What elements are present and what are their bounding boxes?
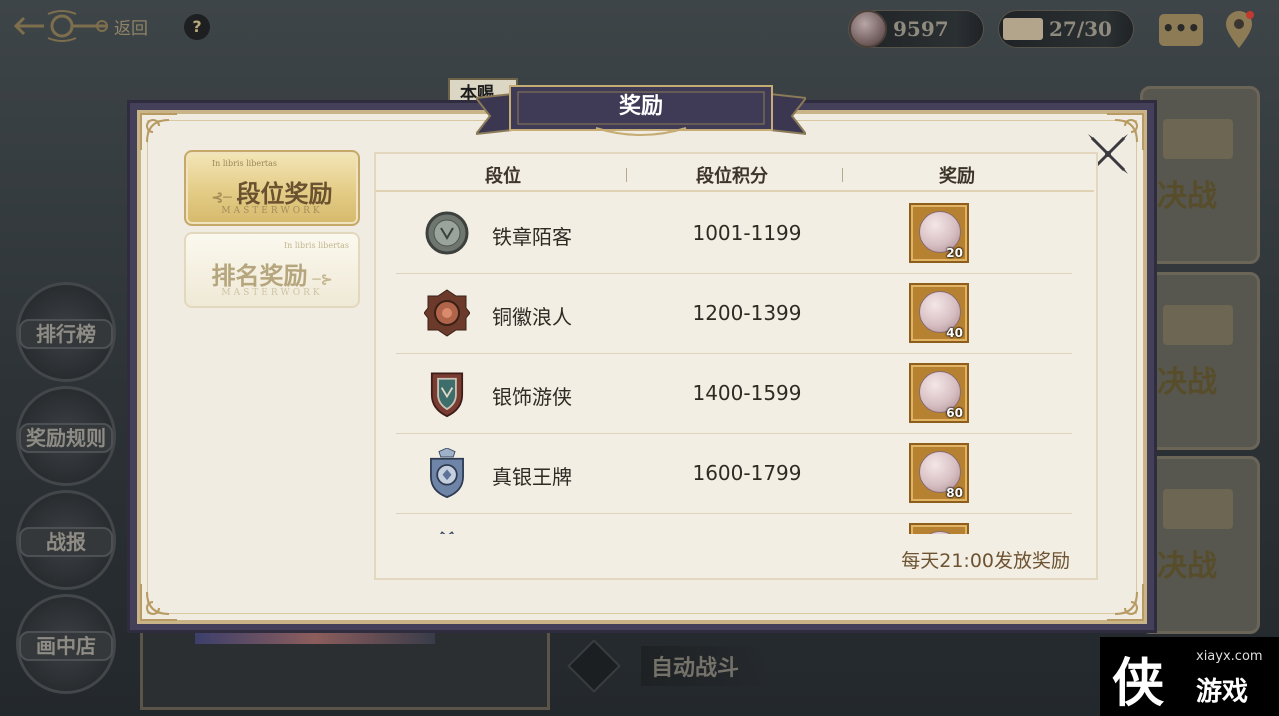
iron-badge-icon [425,211,469,255]
chat-button[interactable]: ••• [1159,14,1203,46]
column-header-tier: 段位 [485,166,521,187]
reward-quantity: 80 [946,486,963,500]
leaderboard-button[interactable]: 排行榜 [16,282,116,382]
tier-points-range: 1200-1399 [692,301,802,325]
column-header-points: 段位积分 [696,166,768,187]
duel-label: 决战 [1157,365,1217,400]
duel-label: 决战 [1157,179,1217,214]
true-silver-badge-icon [430,448,464,498]
battle-report-button[interactable]: 战报 [16,490,116,590]
back-label: 返回 [114,18,148,39]
help-button[interactable]: ? [184,14,210,40]
daily-distribution-note: 每天21:00发放奖励 [901,550,1070,572]
coin-icon [919,531,961,534]
auto-battle-label: 自动战斗 [641,646,770,686]
table-row: 铜徽浪人 1200-1399 40 [396,274,1072,354]
ticket-counter[interactable]: 27/30 [998,10,1134,48]
crown-badge-icon [440,531,454,534]
top-bar: 返回 ? 9597 27/30 ••• [0,0,1279,60]
table-row: 银饰游侠 1400-1599 60 [396,354,1072,434]
table-row: 铁章陌客 1001-1199 20 [396,194,1072,274]
gallery-shop-button[interactable]: 画中店 [16,594,116,694]
tier-points-range: 1001-1199 [692,221,802,245]
tier-name: 铜徽浪人 [492,305,572,329]
ticket-icon [1003,18,1043,40]
reward-item[interactable]: 40 [909,283,969,343]
tab-rank-rewards[interactable]: In libris libertas ⊰─ 段位奖励 MASTERWORK [184,150,360,226]
duel-card-2[interactable]: 决战 [1140,272,1260,450]
corner-ornament-icon [140,584,177,621]
coin-count: 9597 [893,17,949,41]
table-row [396,514,1072,534]
duel-card-3[interactable]: 决战 [1140,456,1260,634]
reward-rules-button[interactable]: 奖励规则 [16,386,116,486]
tier-name: 真银王牌 [492,465,572,489]
coin-counter[interactable]: 9597 [848,10,984,48]
tab-ranking-rewards-label: 排名奖励 ─⊱ [211,261,333,290]
reward-list[interactable]: 铁章陌客 1001-1199 20 铜徽浪人 1200-1399 40 银饰游侠… [376,194,1094,534]
ticket-icon [1163,489,1233,529]
tab-motto: In libris libertas [212,159,278,168]
ornament-arrow-icon: ─⊱ [307,272,333,288]
reward-item[interactable] [909,523,969,534]
duel-card-1[interactable]: 决战 [1140,86,1260,264]
reward-quantity: 20 [946,246,963,260]
gallery-shop-label: 画中店 [19,631,113,661]
reward-quantity: 60 [946,406,963,420]
watermark-name: 游戏 [1196,677,1249,707]
ticket-count: 27/30 [1049,17,1112,41]
column-header-reward: 奖励 [939,166,975,187]
duel-label: 决战 [1157,549,1217,584]
corner-ornament-icon [140,113,177,150]
tier-points-range: 1600-1799 [692,461,802,485]
reward-rules-label: 奖励规则 [19,423,113,453]
bronze-badge-icon [424,289,470,337]
ornate-back-arrow-icon [14,10,108,42]
tab-motto: In libris libertas [284,241,350,250]
watermark-logo: 侠 [1112,653,1165,714]
column-divider [842,168,843,182]
tier-points-range: 1400-1599 [692,381,802,405]
ticket-icon [1163,119,1233,159]
tab-rank-rewards-label: ⊰─ 段位奖励 [211,179,333,208]
ornament-arrow-icon: ⊰─ [211,190,237,206]
table-header: 段位 段位积分 奖励 [376,158,1094,192]
tab-ranking-rewards[interactable]: In libris libertas 排名奖励 ─⊱ MASTERWORK [184,232,360,308]
column-divider [626,168,627,182]
map-pin-icon[interactable] [1222,10,1256,50]
reward-item[interactable]: 20 [909,203,969,263]
ticket-icon [1163,305,1233,345]
coin-icon [849,10,887,48]
auto-battle-button[interactable]: 自动战斗 [567,639,825,693]
tab-subtitle: MASTERWORK [221,288,323,298]
site-watermark: 侠 xiayx.com 游戏 [1100,637,1279,716]
tier-name: 铁章陌客 [492,225,572,249]
reward-quantity: 40 [946,326,963,340]
reward-item[interactable]: 60 [909,363,969,423]
reward-item[interactable]: 80 [909,443,969,503]
table-row: 真银王牌 1600-1799 80 [396,434,1072,514]
modal-title: 奖励 [618,93,663,119]
leaderboard-label: 排行榜 [19,319,113,349]
battle-report-label: 战报 [19,527,113,557]
watermark-url: xiayx.com [1196,649,1263,664]
corner-ornament-icon [1107,584,1144,621]
silver-badge-icon [430,372,464,418]
diamond-icon [567,639,621,693]
tab-subtitle: MASTERWORK [221,206,323,216]
back-button[interactable]: 返回 [14,6,164,46]
tier-name: 银饰游侠 [492,385,572,409]
